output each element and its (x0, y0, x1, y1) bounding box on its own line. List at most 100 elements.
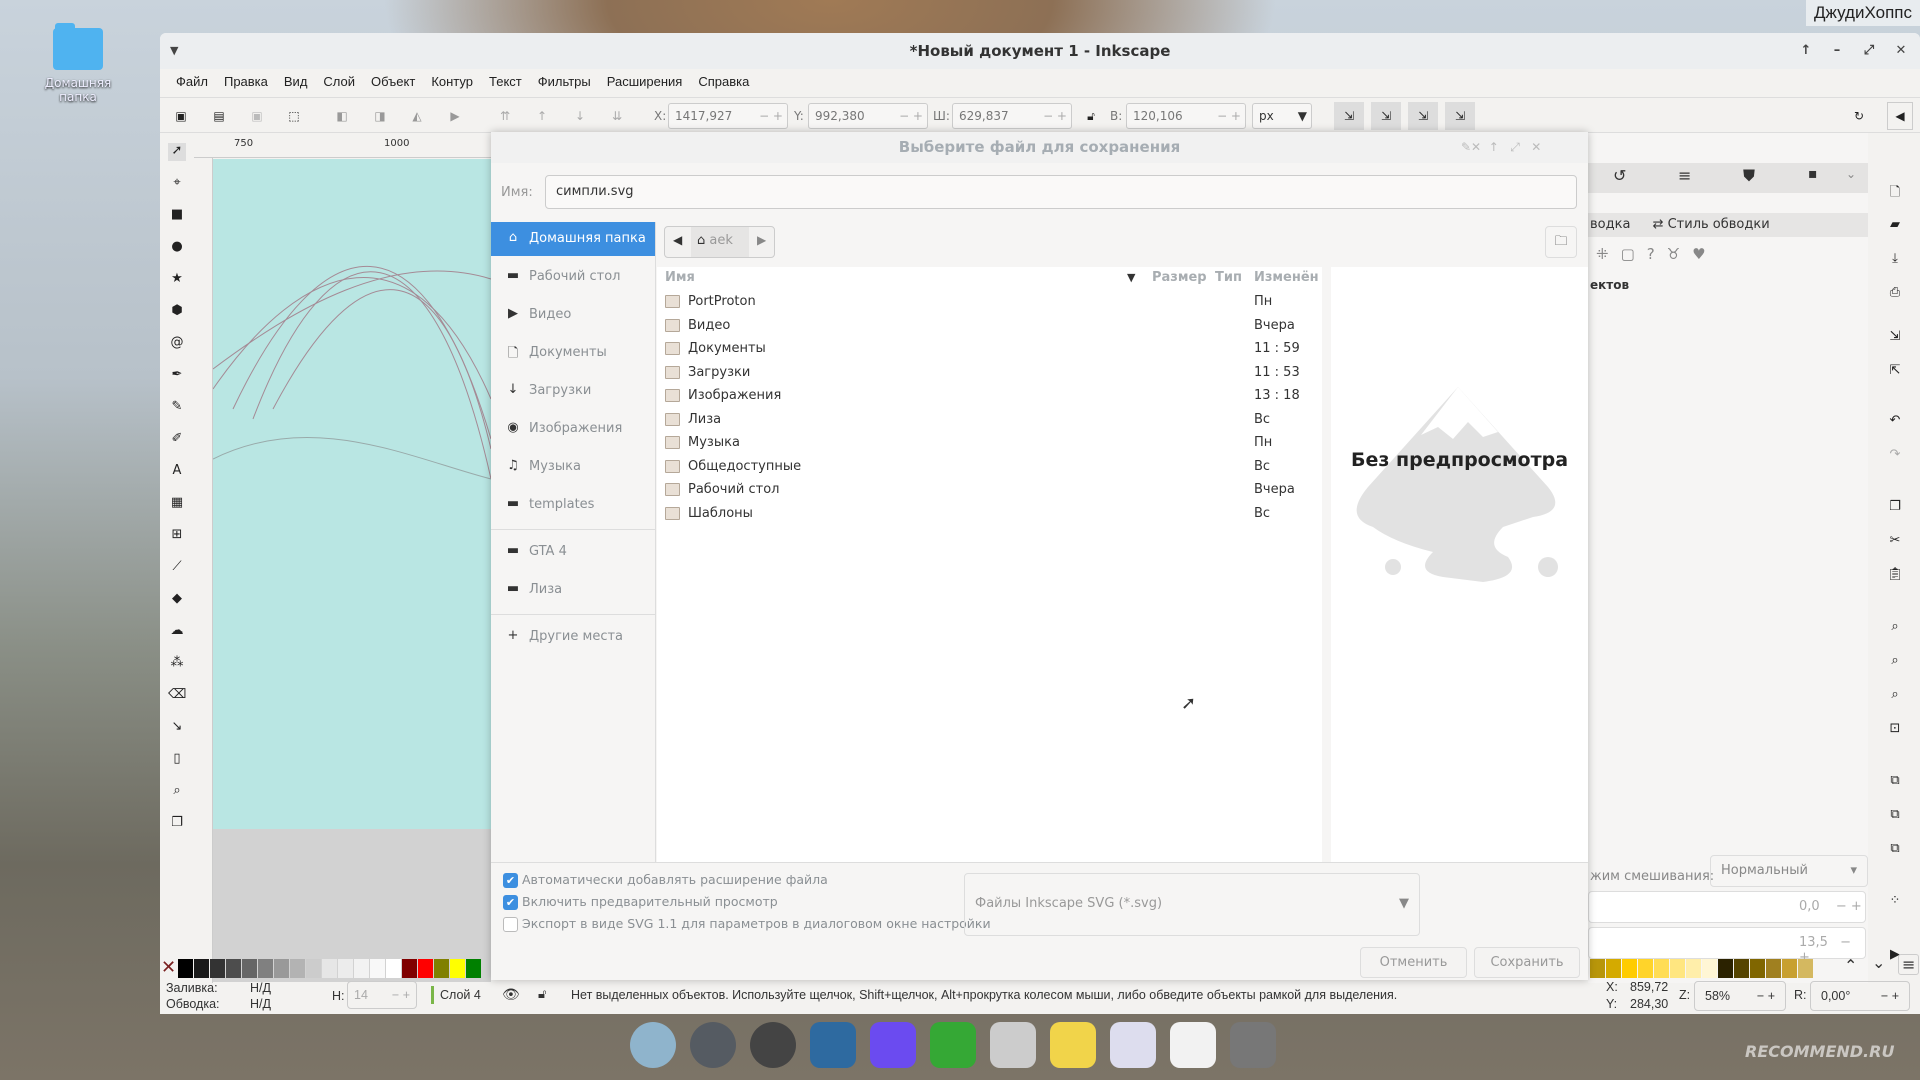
undo-history-icon[interactable]: ↺ (1613, 166, 1626, 185)
no-paint-icon[interactable]: ✕ (161, 957, 176, 978)
color-swatch[interactable] (434, 959, 449, 978)
cut-icon[interactable]: ✂ (1886, 533, 1904, 551)
file-row[interactable]: Видео Вчера (657, 314, 1322, 337)
blur-field[interactable]: 0,0 − + (1588, 891, 1866, 923)
place-item[interactable]: ♫ Музыка (491, 450, 655, 484)
mesh-tool-icon[interactable]: ⊞ (168, 527, 186, 545)
lock-ratio-icon[interactable]: 🔓︎ (1082, 107, 1100, 125)
print-icon[interactable]: ⎙ (1886, 285, 1904, 303)
width-field[interactable]: 629,837− + (952, 103, 1072, 129)
dock-app-wps-spreadsheet[interactable] (930, 1022, 976, 1068)
path-back-icon[interactable]: ◀ (673, 233, 682, 247)
color-swatch[interactable] (1622, 959, 1637, 978)
auto-extension-checkbox[interactable]: ✔ Автоматически добавлять расширение файл… (503, 872, 828, 888)
color-swatch[interactable] (1750, 959, 1765, 978)
redo-icon[interactable]: ↷ (1886, 447, 1904, 465)
file-row[interactable]: Рабочий стол Вчера (657, 478, 1322, 501)
file-row[interactable]: Лиза Вс (657, 408, 1322, 431)
place-item[interactable]: ↓ Загрузки (491, 374, 655, 408)
color-swatch[interactable] (466, 959, 481, 978)
paint-type-buttons[interactable]: ⁜▢?♉♥ (1596, 245, 1718, 263)
color-swatch[interactable] (1734, 959, 1749, 978)
flip-horizontal-icon[interactable]: ◭ (408, 107, 426, 125)
blend-mode-select[interactable]: Нормальный ▾ (1710, 855, 1868, 887)
color-swatch[interactable] (194, 959, 209, 978)
color-swatch[interactable] (210, 959, 225, 978)
y-field[interactable]: 992,380− + (808, 103, 928, 129)
place-item[interactable]: ▶ Видео (491, 298, 655, 332)
color-swatch[interactable] (1686, 959, 1701, 978)
color-swatch[interactable] (1782, 959, 1797, 978)
filename-input[interactable]: симпли.svg (545, 175, 1577, 209)
copy-icon[interactable]: ❐ (1886, 499, 1904, 517)
dock-app-transmission[interactable] (990, 1022, 1036, 1068)
dock-app-yandex-browser[interactable] (1170, 1022, 1216, 1068)
color-swatch[interactable] (1718, 959, 1733, 978)
current-layer[interactable]: Слой 4 (440, 988, 481, 1002)
tab-stroke-paint[interactable]: водка (1590, 217, 1630, 232)
color-swatch[interactable] (290, 959, 305, 978)
file-row[interactable]: Общедоступные Вс (657, 455, 1322, 478)
color-swatch[interactable] (370, 959, 385, 978)
select-same-icon[interactable]: ⬚ (285, 107, 303, 125)
zoom-tool-icon[interactable]: ⌕ (168, 783, 186, 801)
window-menu-icon[interactable]: ▼ (170, 33, 178, 69)
menu-filters[interactable]: Фильтры (530, 69, 599, 95)
minimize-button[interactable]: – (1827, 41, 1847, 61)
undo-icon[interactable]: ↶ (1886, 413, 1904, 431)
color-swatch[interactable] (1670, 959, 1685, 978)
pen-tool-icon[interactable]: ✒ (168, 367, 186, 385)
unlink-clone-icon[interactable]: ⧉ (1886, 841, 1904, 859)
color-swatch[interactable] (306, 959, 321, 978)
height-field[interactable]: 120,106− + (1126, 103, 1246, 129)
color-swatch[interactable] (274, 959, 289, 978)
move-gradients-icon[interactable]: ⇲ (1408, 102, 1438, 130)
color-swatch[interactable] (1766, 959, 1781, 978)
canvas[interactable] (213, 159, 491, 829)
scale-corners-icon[interactable]: ⇲ (1371, 102, 1401, 130)
file-row[interactable]: Изображения 13 : 18 (657, 384, 1322, 407)
place-item[interactable]: ⌂ Домашняя папка (491, 222, 655, 256)
select-all-icon[interactable]: ▣ (172, 107, 190, 125)
palette-scroll-up-icon[interactable]: ⌃ (1844, 956, 1857, 975)
place-item[interactable]: ◉ Изображения (491, 412, 655, 446)
lower-bottom-icon[interactable]: ⇊ (608, 107, 626, 125)
color-swatch[interactable] (322, 959, 337, 978)
color-swatch[interactable] (1590, 959, 1605, 978)
tweak-tool-icon[interactable]: ☁ (168, 623, 186, 641)
raise-top-icon[interactable]: ⇈ (496, 107, 514, 125)
zoom-selection-icon[interactable]: ⌕ (1886, 619, 1904, 637)
3d-box-tool-icon[interactable]: ⬢ (168, 303, 186, 321)
column-header-modified[interactable]: Изменён (1254, 267, 1319, 289)
objects-icon[interactable]: ⛊ (1743, 166, 1755, 186)
deselect-icon[interactable]: ▣ (248, 107, 266, 125)
path-home-button[interactable]: ⌂ aek (691, 227, 749, 257)
save-button[interactable]: Сохранить (1474, 947, 1580, 978)
path-forward-icon[interactable]: ▶ (757, 233, 766, 247)
selector-tool-icon[interactable]: ➚ (168, 143, 186, 161)
paste-icon[interactable]: 📋︎ (1886, 567, 1904, 585)
opacity-field[interactable]: 13,5 − + (1588, 927, 1866, 965)
export-svg11-checkbox[interactable]: Экспорт в виде SVG 1.1 для параметров в … (503, 916, 991, 932)
more-tabs-icon[interactable]: ⌄ (1846, 167, 1856, 181)
calligraphy-tool-icon[interactable]: ✐ (168, 431, 186, 449)
menu-help[interactable]: Справка (690, 69, 757, 95)
zoom-field[interactable]: 58% − + (1694, 981, 1786, 1011)
select-all-layers-icon[interactable]: ▤ (210, 107, 228, 125)
save-icon[interactable]: ⤓ (1886, 251, 1904, 269)
place-item[interactable]: ▬ GTA 4 (491, 535, 655, 569)
zoom-page-icon[interactable]: ⌕ (1886, 687, 1904, 705)
lower-icon[interactable]: ↓ (571, 107, 589, 125)
color-swatch[interactable] (450, 959, 465, 978)
zoom-fit-icon[interactable]: ⊡ (1886, 721, 1904, 739)
tool-icon[interactable]: ▪ (1808, 166, 1818, 182)
export-icon[interactable]: ⇱ (1886, 363, 1904, 381)
menu-edit[interactable]: Правка (216, 69, 276, 95)
connector-tool-icon[interactable]: ↘ (168, 719, 186, 737)
dropper-tool-icon[interactable]: ⟋ (168, 559, 186, 577)
stroke-value[interactable]: Н/Д (250, 997, 271, 1011)
ellipse-tool-icon[interactable]: ● (168, 239, 186, 257)
dock-app-inkscape-app[interactable] (750, 1022, 796, 1068)
star-tool-icon[interactable]: ★ (168, 271, 186, 289)
menu-text[interactable]: Текст (481, 69, 530, 95)
